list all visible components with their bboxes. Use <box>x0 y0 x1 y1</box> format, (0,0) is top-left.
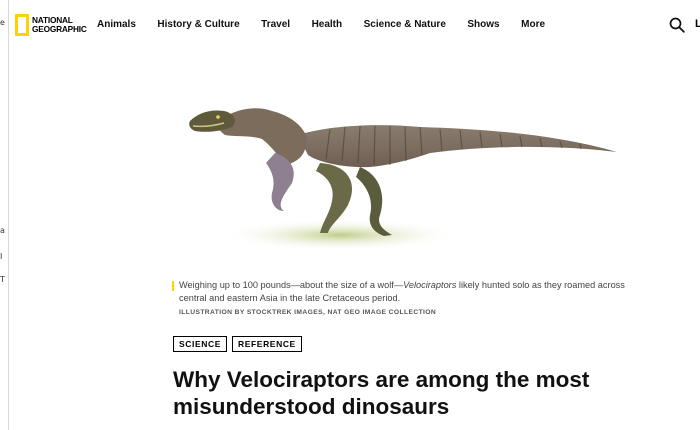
image-credit: ILLUSTRATION BY STOCKTREK IMAGES, NAT GE… <box>179 309 437 316</box>
image-caption: Weighing up to 100 pounds—about the size… <box>172 279 632 305</box>
yellow-border-icon <box>15 14 29 36</box>
caption-text: Weighing up to 100 pounds—about the size… <box>179 279 632 305</box>
logo-line-2: GEOGRAPHIC <box>32 24 87 34</box>
headline-line: Why Velociraptors are among the most <box>173 367 590 392</box>
raptor-body <box>298 125 617 168</box>
nav-history-culture[interactable]: History & Culture <box>157 19 239 30</box>
nav-science-nature[interactable]: Science & Nature <box>364 19 446 30</box>
search-icon[interactable] <box>669 17 685 33</box>
natgeo-logo[interactable]: NATIONAL GEOGRAPHIC <box>15 14 87 36</box>
grass-patch <box>220 219 460 251</box>
caption-accent-bar <box>172 281 174 291</box>
logo-line-1: NATIONAL <box>32 14 73 25</box>
article-headline: Why Velociraptors are among the most mis… <box>173 366 653 420</box>
tag-science[interactable]: SCIENCE <box>173 336 227 352</box>
nav-travel[interactable]: Travel <box>261 19 290 30</box>
logo-wordmark: NATIONAL GEOGRAPHIC <box>32 14 87 35</box>
caption-part: Weighing up to 100 pounds—about the size… <box>179 280 404 290</box>
headline-line: misunderstood dinosaurs <box>173 394 450 419</box>
edge-char: I <box>0 252 3 261</box>
nav-shows[interactable]: Shows <box>467 19 499 30</box>
browser-left-edge: e a I T <box>0 0 9 430</box>
tag-reference[interactable]: REFERENCE <box>232 336 302 352</box>
top-navigation: NATIONAL GEOGRAPHIC Animals History & Cu… <box>9 0 700 50</box>
nav-health[interactable]: Health <box>312 19 343 30</box>
truncated-nav-text[interactable]: L <box>695 18 700 30</box>
edge-char: T <box>0 275 5 284</box>
article-tags: SCIENCE REFERENCE <box>173 336 307 352</box>
nav-animals[interactable]: Animals <box>97 19 136 30</box>
edge-char: e <box>0 18 5 27</box>
main-nav: Animals History & Culture Travel Health … <box>97 19 567 30</box>
nav-more[interactable]: More <box>521 19 545 30</box>
velociraptor-illustration <box>189 108 617 251</box>
caption-italic: Velociraptors <box>403 280 457 290</box>
edge-char: a <box>0 226 5 235</box>
